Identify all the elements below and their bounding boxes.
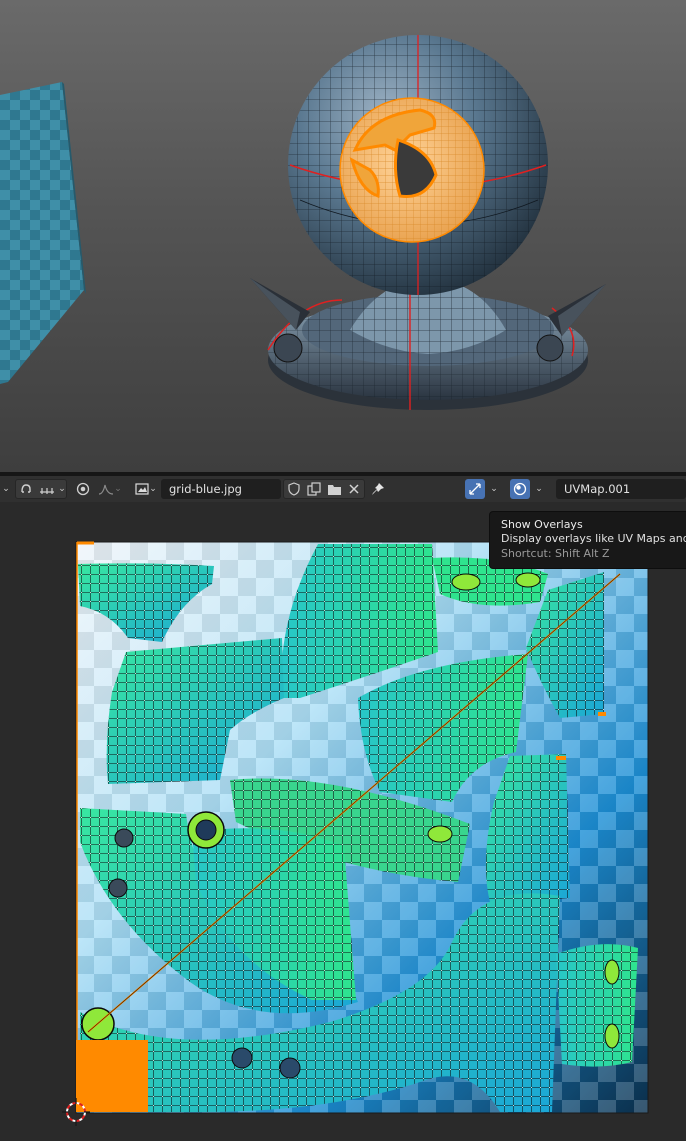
tooltip-title: Show Overlays [501,518,583,531]
snap-target-dropdown[interactable] [37,479,57,499]
sphere-base[interactable] [250,278,606,410]
overlays-icon [513,482,527,496]
uv-editor-header: ⌄ ⌄ ⌄ ⌄ grid-blue.jpg ⌄ ⌄ UVMap.001 [0,476,686,503]
fake-user-shield-icon [288,482,300,496]
tooltip-description: Display overlays like UV Maps and Metada… [501,532,686,545]
image-browse-dropdown[interactable]: ⌄ [132,479,160,499]
tooltip-shortcut: Shortcut: Shift Alt Z [501,547,610,560]
3d-viewport[interactable] [0,0,686,472]
proportional-edit-toggle[interactable] [73,479,93,499]
unlink-image-button[interactable] [344,479,364,499]
show-gizmo-toggle[interactable] [465,479,485,499]
snap-target-icon [40,488,54,494]
fake-user-button[interactable] [284,479,304,499]
dropdown-chevron-icon: ⌄ [535,484,543,494]
dropdown-chevron-icon: ⌄ [114,484,122,494]
dropdown-chevron-icon: ⌄ [149,484,157,494]
dropdown-chevron-icon: ⌄ [490,484,498,494]
uv-island [556,944,638,1067]
snap-chevron[interactable]: ⌄ [57,479,67,499]
selected-face [76,1040,148,1112]
editor-type-chevron[interactable]: ⌄ [0,479,12,499]
checker-cube[interactable] [0,82,86,384]
overlays-chevron[interactable]: ⌄ [531,479,547,499]
proportional-edit-icon [76,482,90,496]
unlink-close-icon [349,484,359,494]
uv-image-area [62,541,649,1126]
pin-button[interactable] [368,479,388,499]
uv-editor-canvas[interactable]: Show Overlays Display overlays like UV M… [0,502,686,1141]
gizmo-chevron[interactable]: ⌄ [486,479,502,499]
uv-sphere[interactable] [288,35,548,295]
show-gizmo-icon [469,483,481,495]
image-browse-icon [135,483,149,495]
show-overlays-toggle[interactable] [510,479,530,499]
dropdown-chevron-icon: ⌄ [2,484,10,494]
proportional-falloff-dropdown[interactable]: ⌄ [95,479,125,499]
pin-icon [372,483,384,495]
snap-toggle[interactable] [17,479,35,499]
snap-icon [21,484,31,493]
new-image-button[interactable] [304,479,324,499]
dropdown-chevron-icon: ⌄ [58,484,66,494]
open-image-icon [327,484,341,495]
new-image-icon [307,482,321,496]
viewport-scene [0,35,606,410]
show-overlays-tooltip: Show Overlays Display overlays like UV M… [489,511,686,569]
falloff-icon [99,484,114,495]
image-name-field[interactable]: grid-blue.jpg [161,479,281,499]
uv-map-field[interactable]: UVMap.001 [556,479,686,499]
open-image-button[interactable] [324,479,344,499]
